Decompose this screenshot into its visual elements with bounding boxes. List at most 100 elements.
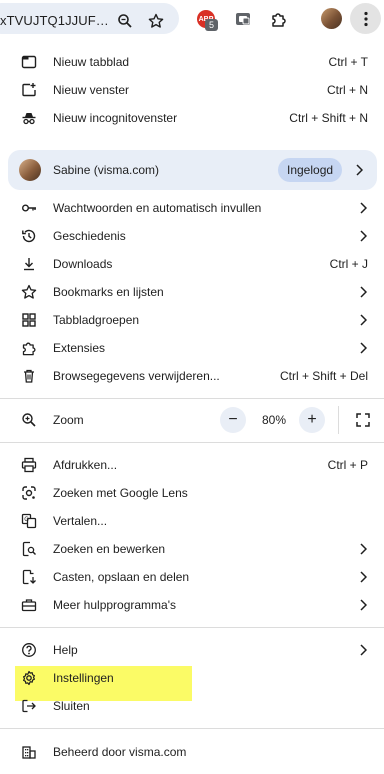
profile-name: Sabine (visma.com) — [53, 163, 160, 177]
menu-item-incognito[interactable]: Nieuw incognitovenster Ctrl + Shift + N — [0, 104, 384, 132]
incognito-icon — [19, 108, 39, 128]
building-icon — [19, 742, 39, 762]
menu-item-translate[interactable]: G Vertalen... — [0, 507, 384, 535]
chevron-right-icon — [357, 543, 369, 555]
zoom-out-button[interactable]: − — [220, 407, 246, 433]
cast-save-icon — [19, 567, 39, 587]
key-icon — [19, 198, 39, 218]
print-icon — [19, 455, 39, 475]
profile-avatar-icon — [19, 159, 41, 181]
toolbox-icon — [19, 595, 39, 615]
exit-icon — [19, 696, 39, 716]
signed-in-badge: Ingelogd — [278, 158, 343, 182]
menu-item-shortcut: Ctrl + P — [327, 458, 368, 472]
menu-item-shortcut: Ctrl + N — [326, 83, 368, 97]
extension-count-badge: 5 — [205, 19, 218, 31]
download-icon — [19, 254, 39, 274]
menu-item-label: Nieuw tabblad — [53, 55, 130, 69]
browser-toolbar: xTVUJTQ1JJUF… ABP 5 — [0, 0, 384, 36]
menu-item-label: Downloads — [53, 257, 113, 271]
menu-item-label: Nieuw venster — [53, 83, 130, 97]
chevron-right-icon — [357, 571, 369, 583]
menu-item-extensions[interactable]: Extensies — [0, 334, 384, 362]
menu-item-tab-groups[interactable]: Tabbladgroepen — [0, 306, 384, 334]
menu-item-shortcut: Ctrl + Shift + N — [289, 111, 368, 125]
menu-item-label: Tabbladgroepen — [53, 313, 140, 327]
zoom-divider — [338, 406, 339, 434]
menu-item-print[interactable]: Afdrukken... Ctrl + P — [0, 451, 384, 479]
puzzle-icon — [19, 338, 39, 358]
menu-item-label: Help — [53, 643, 78, 657]
menu-item-clear-browsing-data[interactable]: Browsegegevens verwijderen... Ctrl + Shi… — [0, 362, 384, 390]
help-icon — [19, 640, 39, 660]
menu-item-label: Beheerd door visma.com — [53, 745, 187, 759]
menu-item-passwords[interactable]: Wachtwoorden en automatisch invullen — [0, 194, 384, 222]
menu-item-more-tools[interactable]: Meer hulpprogramma's — [0, 591, 384, 619]
tab-extension-icon[interactable] — [232, 8, 254, 30]
menu-item-settings[interactable]: Instellingen — [0, 664, 384, 692]
settings-gear-icon — [19, 668, 39, 688]
chevron-right-icon — [357, 599, 369, 611]
translate-icon: G — [19, 511, 39, 531]
chevron-right-icon — [357, 230, 369, 242]
menu-item-label: Meer hulpprogramma's — [53, 598, 177, 612]
menu-item-label: Browsegegevens verwijderen... — [53, 369, 220, 383]
zoom-label: Zoom — [53, 413, 84, 427]
zoom-in-button[interactable]: + — [299, 407, 325, 433]
zoom-level: 80% — [262, 413, 287, 427]
menu-item-label: Instellingen — [53, 671, 114, 685]
menu-item-label: Geschiedenis — [53, 229, 126, 243]
menu-item-new-window[interactable]: Nieuw venster Ctrl + N — [0, 76, 384, 104]
chevron-right-icon — [357, 644, 369, 656]
menu-item-downloads[interactable]: Downloads Ctrl + J — [0, 250, 384, 278]
fullscreen-icon[interactable] — [352, 409, 374, 431]
menu-item-google-lens[interactable]: Zoeken met Google Lens — [0, 479, 384, 507]
trash-icon — [19, 366, 39, 386]
new-tab-icon — [19, 52, 39, 72]
menu-item-label: Wachtwoorden en automatisch invullen — [53, 201, 262, 215]
menu-item-label: Bookmarks en lijsten — [53, 285, 164, 299]
menu-item-find-edit[interactable]: Zoeken en bewerken — [0, 535, 384, 563]
menu-item-new-tab[interactable]: Nieuw tabblad Ctrl + T — [0, 48, 384, 76]
svg-text:G: G — [24, 517, 29, 523]
new-window-icon — [19, 80, 39, 100]
find-edit-icon — [19, 539, 39, 559]
chevron-right-icon — [357, 202, 369, 214]
extensions-puzzle-icon[interactable] — [268, 8, 290, 30]
menu-item-managed-by[interactable]: Beheerd door visma.com — [0, 738, 384, 766]
star-icon — [19, 282, 39, 302]
menu-divider — [0, 627, 384, 628]
menu-item-label: Extensies — [53, 341, 106, 355]
menu-item-zoom: Zoom — [0, 406, 384, 434]
lens-icon — [19, 483, 39, 503]
history-icon — [19, 226, 39, 246]
bookmark-star-icon[interactable] — [147, 12, 165, 30]
address-bar[interactable]: xTVUJTQ1JJUF… — [0, 3, 179, 34]
menu-item-shortcut: Ctrl + J — [329, 257, 368, 271]
menu-item-cast-save-share[interactable]: Casten, opslaan en delen — [0, 563, 384, 591]
address-text[interactable]: xTVUJTQ1JJUF… — [0, 13, 109, 28]
menu-item-exit[interactable]: Sluiten — [0, 692, 384, 720]
zoom-icon[interactable] — [116, 12, 134, 30]
profile-avatar[interactable] — [321, 8, 342, 29]
zoom-magnifier-icon — [19, 410, 39, 430]
tab-groups-icon — [19, 310, 39, 330]
menu-item-label: Vertalen... — [53, 514, 108, 528]
menu-item-label: Zoeken met Google Lens — [53, 486, 188, 500]
menu-divider — [0, 398, 384, 399]
chevron-right-icon — [357, 314, 369, 326]
menu-item-shortcut: Ctrl + T — [328, 55, 368, 69]
chevron-right-icon — [353, 164, 365, 176]
profile-row[interactable]: Sabine (visma.com) Ingelogd — [8, 150, 377, 190]
menu-item-help[interactable]: Help — [0, 636, 384, 664]
chevron-right-icon — [357, 342, 369, 354]
menu-item-shortcut: Ctrl + Shift + Del — [279, 369, 368, 383]
menu-item-label: Zoeken en bewerken — [53, 542, 166, 556]
menu-item-history[interactable]: Geschiedenis — [0, 222, 384, 250]
menu-divider — [0, 442, 384, 443]
chevron-right-icon — [357, 286, 369, 298]
more-menu-icon[interactable] — [350, 3, 381, 34]
menu-item-label: Afdrukken... — [53, 458, 118, 472]
menu-item-label: Nieuw incognitovenster — [53, 111, 178, 125]
menu-item-bookmarks[interactable]: Bookmarks en lijsten — [0, 278, 384, 306]
